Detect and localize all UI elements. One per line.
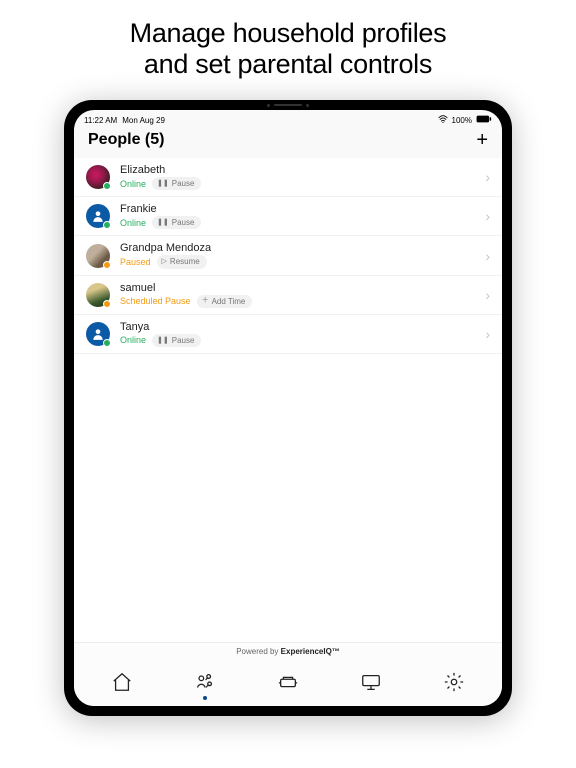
avatar [86, 322, 110, 346]
battery-percent: 100% [452, 116, 472, 125]
chevron-right-icon: › [479, 208, 490, 224]
chevron-right-icon: › [479, 326, 490, 342]
chevron-right-icon: › [479, 248, 490, 264]
powered-prefix: Powered by [236, 647, 280, 656]
add-person-button[interactable]: + [476, 130, 488, 150]
tab-things[interactable] [274, 670, 302, 694]
tab-settings[interactable] [440, 670, 468, 694]
page-header: People (5) + [74, 128, 502, 158]
gear-icon [443, 671, 465, 693]
promo-line-1: Manage household profiles [130, 18, 447, 49]
status-badge [103, 300, 111, 308]
person-substatus: Online ❚❚ Pause [120, 334, 479, 347]
chevron-right-icon: › [479, 287, 490, 303]
tab-home[interactable] [108, 670, 136, 694]
network-icon [360, 671, 382, 693]
person-row[interactable]: samuel Scheduled Pause ＋ Add Time › [74, 276, 502, 315]
person-name: Elizabeth [120, 164, 479, 176]
avatar [86, 244, 110, 268]
page-title: People (5) [88, 131, 164, 149]
person-substatus: Online ❚❚ Pause [120, 177, 479, 190]
avatar [86, 283, 110, 307]
person-action-pill[interactable]: ❚❚ Pause [152, 334, 201, 347]
status-text: Scheduled Pause [120, 296, 191, 306]
person-action-pill[interactable]: ❚❚ Pause [152, 216, 201, 229]
device-notch [253, 103, 323, 107]
status-badge [103, 339, 111, 347]
things-icon [277, 671, 299, 693]
tab-network[interactable] [357, 670, 385, 694]
person-action-pill[interactable]: ❚❚ Pause [152, 177, 201, 190]
person-substatus: Scheduled Pause ＋ Add Time [120, 295, 479, 308]
device-frame: 11:22 AM Mon Aug 29 100% People (5) + El… [64, 100, 512, 716]
people-icon [194, 671, 216, 693]
status-text: Paused [120, 257, 151, 267]
status-bar: 11:22 AM Mon Aug 29 100% [74, 110, 502, 128]
status-text: Online [120, 179, 146, 189]
status-date: Mon Aug 29 [122, 116, 165, 125]
person-name: samuel [120, 282, 479, 294]
powered-by-footer: Powered by ExperienceIQ™ [74, 642, 502, 660]
home-icon [111, 671, 133, 693]
person-row[interactable]: Elizabeth Online ❚❚ Pause › [74, 158, 502, 197]
person-name: Frankie [120, 203, 479, 215]
tab-people[interactable] [191, 670, 219, 694]
person-body: Tanya Online ❚❚ Pause [110, 321, 479, 347]
person-name: Tanya [120, 321, 479, 333]
person-row[interactable]: Grandpa Mendoza Paused ▷ Resume › [74, 236, 502, 275]
person-action-pill[interactable]: ▷ Resume [157, 255, 207, 268]
promo-headline: Manage household profiles and set parent… [90, 0, 487, 86]
person-body: Elizabeth Online ❚❚ Pause [110, 164, 479, 190]
powered-brand: ExperienceIQ™ [281, 647, 340, 656]
screen: 11:22 AM Mon Aug 29 100% People (5) + El… [74, 110, 502, 706]
tab-bar [74, 660, 502, 706]
person-action-pill[interactable]: ＋ Add Time [197, 295, 253, 308]
person-substatus: Online ❚❚ Pause [120, 216, 479, 229]
chevron-right-icon: › [479, 169, 490, 185]
person-row[interactable]: Frankie Online ❚❚ Pause › [74, 197, 502, 236]
status-badge [103, 261, 111, 269]
person-body: Grandpa Mendoza Paused ▷ Resume [110, 242, 479, 268]
person-body: samuel Scheduled Pause ＋ Add Time [110, 282, 479, 308]
person-name: Grandpa Mendoza [120, 242, 479, 254]
avatar [86, 165, 110, 189]
status-time: 11:22 AM [84, 116, 117, 125]
status-text: Online [120, 218, 146, 228]
person-row[interactable]: Tanya Online ❚❚ Pause › [74, 315, 502, 354]
person-body: Frankie Online ❚❚ Pause [110, 203, 479, 229]
wifi-icon [438, 115, 448, 125]
status-text: Online [120, 335, 146, 345]
promo-line-2: and set parental controls [130, 49, 447, 80]
avatar [86, 204, 110, 228]
people-list: ElizabethOnline❚❚ Pause›FrankieOnline❚❚ … [74, 158, 502, 642]
person-substatus: Paused ▷ Resume [120, 255, 479, 268]
battery-icon [476, 115, 492, 125]
